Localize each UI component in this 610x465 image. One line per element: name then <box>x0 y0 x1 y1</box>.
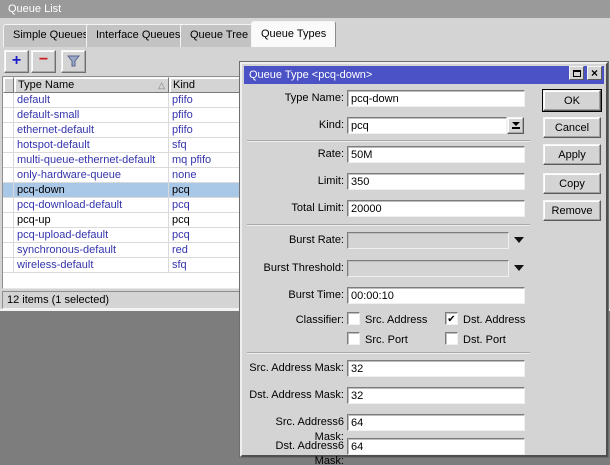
queue-type-dialog: Queue Type <pcq-down> × Type Name: Kind:… <box>240 62 608 457</box>
remove-button[interactable]: − <box>31 50 56 73</box>
src-address6-mask-input[interactable] <box>347 414 525 431</box>
kind-input[interactable] <box>347 117 507 134</box>
dst-port-checkbox-label: Dst. Port <box>463 333 506 347</box>
burst-threshold-label: Burst Threshold: <box>246 261 344 276</box>
queue-list-titlebar: Queue List <box>0 0 610 18</box>
separator <box>247 140 530 142</box>
maximize-button[interactable] <box>569 66 584 80</box>
copy-button[interactable]: Copy <box>543 173 601 194</box>
sort-ascending-icon: △ <box>158 81 165 90</box>
src-port-checkbox[interactable] <box>347 332 360 345</box>
rate-label: Rate: <box>246 147 344 162</box>
rate-input[interactable] <box>347 146 525 163</box>
row-type-name: ethernet-default <box>14 123 169 137</box>
row-type-name: synchronous-default <box>14 243 169 257</box>
row-flag-cell <box>3 153 14 167</box>
minus-icon: − <box>39 52 48 68</box>
src-port-checkbox-label: Src. Port <box>365 333 408 347</box>
dialog-title: Queue Type <pcq-down> <box>249 69 372 81</box>
src-address-checkbox-label: Src. Address <box>365 313 427 327</box>
remove-button[interactable]: Remove <box>543 200 601 221</box>
tab-simple-queues[interactable]: Simple Queues <box>3 24 98 47</box>
maximize-icon <box>573 70 581 77</box>
burst-rate-label: Burst Rate: <box>246 233 344 248</box>
winbox-workspace: Queue List Simple Queues Interface Queue… <box>0 0 610 465</box>
row-flag-cell <box>3 228 14 242</box>
tab-queue-tree[interactable]: Queue Tree <box>180 24 258 47</box>
dialog-titlebar: Queue Type <pcq-down> <box>244 66 604 84</box>
burst-rate-dropdown-icon[interactable] <box>514 237 524 243</box>
burst-threshold-dropdown-icon[interactable] <box>514 265 524 271</box>
close-icon: × <box>591 68 598 78</box>
row-flag-cell <box>3 108 14 122</box>
dst-address-mask-label: Dst. Address Mask: <box>246 388 344 403</box>
tab-queue-types[interactable]: Queue Types <box>251 21 336 47</box>
queue-list-title: Queue List <box>8 3 61 15</box>
close-button[interactable]: × <box>587 66 602 80</box>
dst-address-checkbox[interactable] <box>445 312 458 325</box>
cancel-button[interactable]: Cancel <box>543 117 601 138</box>
src-address-checkbox[interactable] <box>347 312 360 325</box>
row-flag-cell <box>3 198 14 212</box>
status-text: 12 items (1 selected) <box>7 294 109 306</box>
row-type-name: pcq-up <box>14 213 169 227</box>
type-name-input[interactable] <box>347 90 525 107</box>
filter-button[interactable] <box>61 50 86 73</box>
row-flag-cell <box>3 138 14 152</box>
tab-interface-queues[interactable]: Interface Queues <box>86 24 190 47</box>
dst-address-mask-input[interactable] <box>347 387 525 404</box>
row-flag-cell <box>3 168 14 182</box>
dst-address-checkbox-label: Dst. Address <box>463 313 525 327</box>
limit-label: Limit: <box>246 174 344 189</box>
row-type-name: hotspot-default <box>14 138 169 152</box>
row-flag-cell <box>3 93 14 107</box>
type-name-label: Type Name: <box>246 91 344 106</box>
row-type-name: pcq-upload-default <box>14 228 169 242</box>
row-flag-cell <box>3 183 14 197</box>
row-type-name: multi-queue-ethernet-default <box>14 153 169 167</box>
tab-bar: Simple Queues Interface Queues Queue Tre… <box>0 20 610 47</box>
separator <box>247 224 530 226</box>
burst-rate-input[interactable] <box>347 232 509 249</box>
dst-address6-mask-input[interactable] <box>347 438 525 455</box>
header-type-name[interactable]: Type Name △ <box>14 77 169 93</box>
row-flag-cell <box>3 123 14 137</box>
total-limit-input[interactable] <box>347 200 525 217</box>
row-type-name: only-hardware-queue <box>14 168 169 182</box>
classifier-label: Classifier: <box>246 313 344 328</box>
row-type-name: default <box>14 93 169 107</box>
plus-icon: + <box>12 53 21 69</box>
apply-button[interactable]: Apply <box>543 144 601 165</box>
add-button[interactable]: + <box>4 50 29 73</box>
row-flag-cell <box>3 243 14 257</box>
dropdown-arrow-icon <box>512 122 520 126</box>
row-flag-cell <box>3 258 14 272</box>
dst-port-checkbox[interactable] <box>445 332 458 345</box>
row-type-name: pcq-down <box>14 183 169 197</box>
funnel-icon <box>67 55 80 68</box>
kind-dropdown-button[interactable] <box>507 117 524 134</box>
burst-threshold-input[interactable] <box>347 260 509 277</box>
row-type-name: pcq-download-default <box>14 198 169 212</box>
row-type-name: wireless-default <box>14 258 169 272</box>
row-flag-cell <box>3 213 14 227</box>
burst-time-label: Burst Time: <box>246 288 344 303</box>
row-type-name: default-small <box>14 108 169 122</box>
burst-time-input[interactable] <box>347 287 525 304</box>
src-address-mask-label: Src. Address Mask: <box>246 361 344 376</box>
src-address-mask-input[interactable] <box>347 360 525 377</box>
ok-button[interactable]: OK <box>543 90 601 111</box>
separator <box>247 352 530 354</box>
kind-label: Kind: <box>246 118 344 133</box>
header-flag-column[interactable] <box>3 77 14 93</box>
dst-address6-mask-label: Dst. Address6 Mask: <box>246 439 344 465</box>
total-limit-label: Total Limit: <box>246 201 344 216</box>
limit-input[interactable] <box>347 173 525 190</box>
